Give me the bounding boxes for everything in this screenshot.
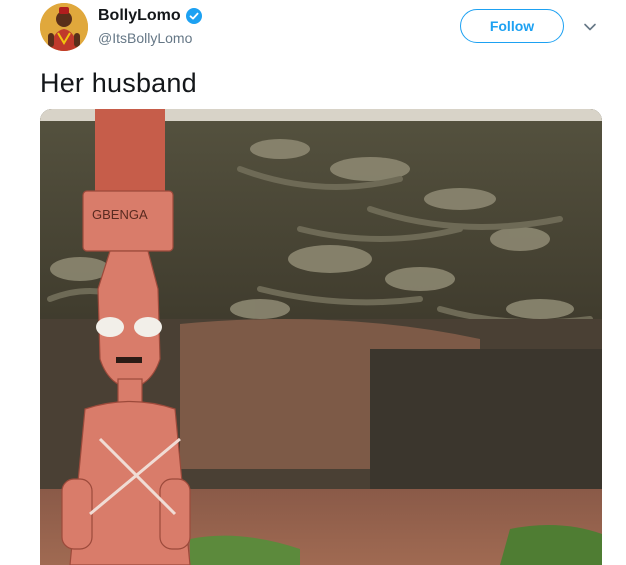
photo-wooden-statue-shrine: GBENGA [40, 109, 602, 565]
display-name[interactable]: BollyLomo [98, 7, 181, 25]
verified-badge-icon [185, 8, 202, 24]
follow-button[interactable]: Follow [460, 9, 564, 43]
tweet-card: BollyLomo @ItsBollyLomo Follow Her husba… [0, 0, 626, 565]
avatar-image [40, 3, 88, 51]
user-handle[interactable]: @ItsBollyLomo [98, 30, 192, 46]
tweet-photo[interactable]: GBENGA [40, 109, 602, 565]
tweet-text: Her husband [40, 68, 197, 98]
chevron-down-icon[interactable] [583, 20, 597, 34]
avatar[interactable] [40, 3, 88, 51]
user-name-row: BollyLomo [98, 7, 202, 25]
statue-inscription: GBENGA [92, 207, 148, 222]
